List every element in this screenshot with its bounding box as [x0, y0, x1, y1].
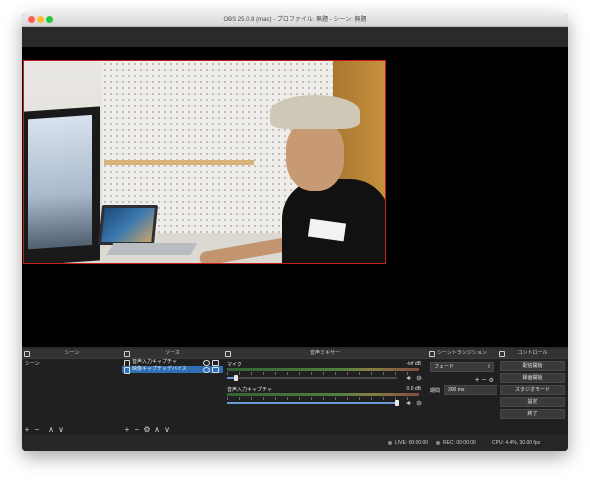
rec-time: REC: 00:00:00	[443, 440, 476, 446]
add-scene-button[interactable]: +	[22, 424, 32, 435]
rec-indicator-icon	[436, 440, 440, 445]
duration-row: 期間 300 ms	[430, 385, 499, 395]
scenes-dock-header: シーン	[22, 349, 122, 359]
volume-slider[interactable]	[227, 400, 399, 406]
sources-dock-title: ソース	[165, 350, 180, 356]
live-indicator-icon	[388, 440, 392, 445]
gear-icon[interactable]	[416, 375, 422, 381]
volume-meter	[227, 393, 419, 396]
volume-slider-handle[interactable]	[233, 375, 238, 381]
eye-icon[interactable]	[203, 367, 210, 373]
transition-select[interactable]: フェード ⇕	[430, 362, 494, 372]
lock-icon[interactable]	[212, 367, 219, 373]
source-item-audio-input[interactable]: 音声入力キャプチャ	[122, 359, 223, 367]
duration-input[interactable]: 300 ms	[444, 385, 499, 395]
scenes-dock-title: シーン	[64, 350, 80, 356]
duration-label: 期間	[430, 388, 441, 394]
meter-scale	[227, 397, 419, 400]
speaker-icon[interactable]	[406, 375, 412, 381]
volume-slider-fill	[227, 402, 397, 404]
studio-mode-button[interactable]: スタジオモード	[500, 385, 565, 395]
channel-db: 0.0 dB	[406, 386, 421, 392]
scene-list-item[interactable]: シーン	[22, 359, 122, 368]
chevron-updown-icon: ⇕	[486, 364, 491, 370]
channel-name: 音声入力キャプチャ	[227, 387, 272, 393]
volume-slider-handle[interactable]	[395, 400, 399, 406]
speaker-icon[interactable]	[406, 400, 412, 406]
start-recording-button[interactable]: 録画開始	[500, 373, 565, 383]
volume-slider[interactable]	[227, 375, 397, 381]
audio-mixer-dock: 音声ミキサー マイク -inf dB 音声入力キャプチャ 0.0 dB	[223, 349, 428, 435]
video-capture-source-preview[interactable]	[23, 60, 386, 264]
laptop-keyboard	[106, 243, 198, 255]
mixer-dock-header: 音声ミキサー	[223, 349, 427, 359]
channel-name: マイク	[227, 362, 242, 368]
source-properties-gear-icon[interactable]: ⚙	[142, 424, 152, 435]
sources-dock-header: ソース	[122, 349, 223, 359]
float-icon[interactable]	[225, 351, 231, 357]
channel-db: -inf dB	[406, 361, 421, 367]
move-source-up-button[interactable]: ∧	[152, 424, 162, 435]
float-icon[interactable]	[499, 351, 505, 357]
meter-scale	[227, 372, 419, 375]
rec-status: REC: 00:00:00	[436, 435, 476, 451]
status-bar: LIVE: 00:00:00 REC: 00:00:00 CPU: 4.4%, …	[22, 435, 568, 451]
settings-button[interactable]: 設定	[500, 397, 565, 407]
wall-shelf	[104, 160, 254, 165]
source-label: 映像キャプチャデバイス	[132, 366, 187, 372]
float-icon[interactable]	[124, 351, 130, 357]
cpu-status: CPU: 4.4%, 30.00 fps	[492, 440, 541, 446]
transitions-dock-title: シーントランジション	[437, 350, 487, 356]
scenes-dock: シーン シーン + − ∧ ∨	[22, 349, 123, 435]
mixer-channel-audio-input: 音声入力キャプチャ 0.0 dB	[225, 386, 425, 408]
window-title: OBS 25.0.8 (mac) - プロファイル: 無題 - シーン: 無題	[223, 17, 367, 23]
scenes-toolbar: + − ∧ ∨	[22, 424, 122, 435]
controls-dock-header: コントロール	[497, 349, 568, 359]
monitor	[24, 106, 100, 263]
transition-settings-gear-icon[interactable]: ⚙	[489, 378, 494, 384]
exit-button[interactable]: 終了	[500, 409, 565, 419]
start-streaming-button[interactable]: 配信開始	[500, 361, 565, 371]
preview-area	[22, 27, 568, 349]
gear-icon[interactable]	[416, 400, 422, 406]
remove-source-button[interactable]: −	[132, 424, 142, 435]
controls-dock-title: コントロール	[517, 350, 548, 356]
source-label: 音声入力キャプチャ	[132, 359, 177, 365]
mixer-channel-mic: マイク -inf dB	[225, 361, 425, 383]
transition-buttons: + − ⚙	[430, 375, 494, 385]
remove-scene-button[interactable]: −	[32, 424, 42, 435]
remove-transition-button[interactable]: −	[482, 375, 487, 384]
float-icon[interactable]	[429, 351, 435, 357]
monitor-screen	[28, 114, 92, 250]
sources-dock: ソース 音声入力キャプチャ 映像キャプチャデバイス + − ⚙ ∧ ∨	[122, 349, 224, 435]
live-time: LIVE: 00:00:00	[395, 440, 429, 446]
title-bar: OBS 25.0.8 (mac) - プロファイル: 無題 - シーン: 無題	[22, 13, 568, 27]
source-item-video-capture[interactable]: 映像キャプチャデバイス	[122, 366, 223, 374]
volume-meter	[227, 368, 419, 371]
dock-row: シーン シーン + − ∧ ∨ ソース 音声入力キャプチャ 映像キャプチャデバイス	[22, 349, 568, 451]
add-transition-button[interactable]: +	[475, 375, 480, 384]
move-scene-down-button[interactable]: ∨	[56, 424, 66, 435]
camera-icon	[124, 367, 130, 374]
scene-transitions-dock: シーントランジション フェード ⇕ + − ⚙ 期間 300 ms	[427, 349, 499, 435]
mixer-dock-title: 音声ミキサー	[309, 350, 340, 356]
move-scene-up-button[interactable]: ∧	[46, 424, 56, 435]
sources-toolbar: + − ⚙ ∧ ∨	[122, 424, 223, 435]
transition-selected: フェード	[434, 364, 455, 370]
person-head	[286, 121, 344, 191]
controls-dock: コントロール 配信開始 録画開始 スタジオモード 設定 終了	[497, 349, 568, 435]
program-canvas[interactable]	[22, 47, 568, 347]
laptop-screen	[101, 208, 155, 242]
person-cap	[270, 95, 360, 129]
float-icon[interactable]	[24, 351, 30, 357]
live-status: LIVE: 00:00:00	[388, 435, 428, 451]
transitions-dock-header: シーントランジション	[427, 349, 497, 359]
move-source-down-button[interactable]: ∨	[162, 424, 172, 435]
obs-window: OBS 25.0.8 (mac) - プロファイル: 無題 - シーン: 無題	[22, 13, 568, 451]
laptop	[97, 205, 159, 245]
add-source-button[interactable]: +	[122, 424, 132, 435]
